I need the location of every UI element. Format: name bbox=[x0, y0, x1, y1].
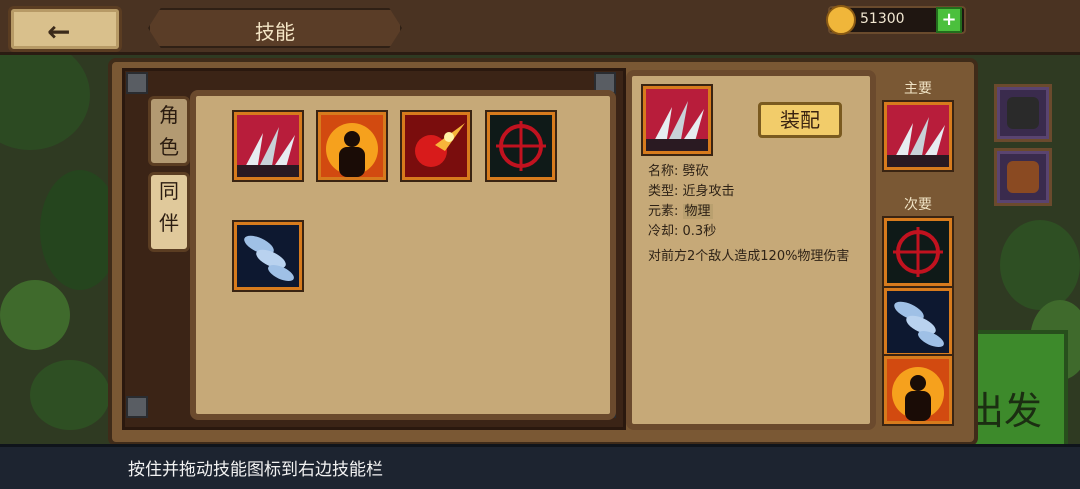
primary-slot[interactable] bbox=[884, 102, 952, 170]
bullets-icon bbox=[887, 291, 949, 353]
equipment-button[interactable] bbox=[994, 84, 1052, 142]
add-coins-button[interactable]: + bbox=[936, 7, 962, 33]
hint-text: 按住并拖动技能图标到右边技能栏 bbox=[128, 460, 383, 480]
inventory-button[interactable] bbox=[994, 148, 1052, 206]
hint-bar: 按住并拖动技能图标到右边技能栏 bbox=[0, 444, 1080, 489]
slash-claw-icon bbox=[646, 89, 708, 151]
corner-ornament bbox=[126, 72, 148, 94]
secondary-slot-1[interactable] bbox=[884, 218, 952, 286]
skill-slot-slash[interactable] bbox=[234, 112, 302, 180]
skill-slot-bullets[interactable] bbox=[234, 222, 302, 290]
skill-cooldown: 冷却: 0.3秒 bbox=[648, 224, 717, 239]
fire-aura-icon bbox=[321, 115, 383, 177]
skill-slot-fire-aura[interactable] bbox=[318, 112, 386, 180]
secondary-slot-2[interactable] bbox=[884, 288, 952, 356]
crosshair-icon bbox=[490, 115, 552, 177]
tab-label-char: 伴 bbox=[159, 211, 179, 235]
tab-label-char: 同 bbox=[159, 179, 179, 203]
backpack-icon bbox=[1007, 161, 1039, 193]
corner-ornament bbox=[126, 396, 148, 418]
coin-value: 51300 bbox=[860, 11, 905, 27]
skill-element: 元素: 物理 bbox=[648, 204, 713, 219]
bullets-icon bbox=[237, 225, 299, 287]
fireball-icon bbox=[405, 115, 467, 177]
skill-slot-fireball[interactable] bbox=[402, 112, 470, 180]
title-plate: 技能 bbox=[148, 8, 402, 48]
page-title: 技能 bbox=[255, 20, 295, 44]
tab-character[interactable]: 角色 bbox=[148, 96, 190, 166]
top-bar: ← 技能 51300 + bbox=[0, 0, 1080, 55]
crosshair-icon bbox=[887, 221, 949, 283]
tab-label-char: 角 bbox=[159, 103, 179, 127]
slash-claw-icon bbox=[887, 105, 949, 167]
slash-claw-icon bbox=[237, 115, 299, 177]
skill-type: 类型: 近身攻击 bbox=[648, 184, 735, 199]
primary-label: 主要 bbox=[904, 81, 932, 97]
back-arrow-icon: ← bbox=[47, 15, 71, 48]
secondary-label: 次要 bbox=[904, 197, 932, 213]
tab-label-char: 色 bbox=[159, 135, 179, 159]
skill-slot-crosshair[interactable] bbox=[487, 112, 555, 180]
equip-button[interactable]: 装配 bbox=[758, 102, 842, 138]
coin-icon bbox=[826, 5, 856, 35]
fire-aura-icon bbox=[887, 359, 949, 421]
skill-name: 名称: 劈砍 bbox=[648, 164, 709, 179]
back-button[interactable]: ← bbox=[8, 6, 122, 52]
helmet-icon bbox=[1007, 97, 1039, 129]
skill-description: 对前方2个敌人造成120%物理伤害 bbox=[648, 249, 850, 264]
secondary-slot-3[interactable] bbox=[884, 356, 952, 424]
tab-companion[interactable]: 同伴 bbox=[148, 172, 190, 252]
coin-counter: 51300 + bbox=[826, 5, 966, 35]
selected-skill-icon bbox=[643, 86, 711, 154]
